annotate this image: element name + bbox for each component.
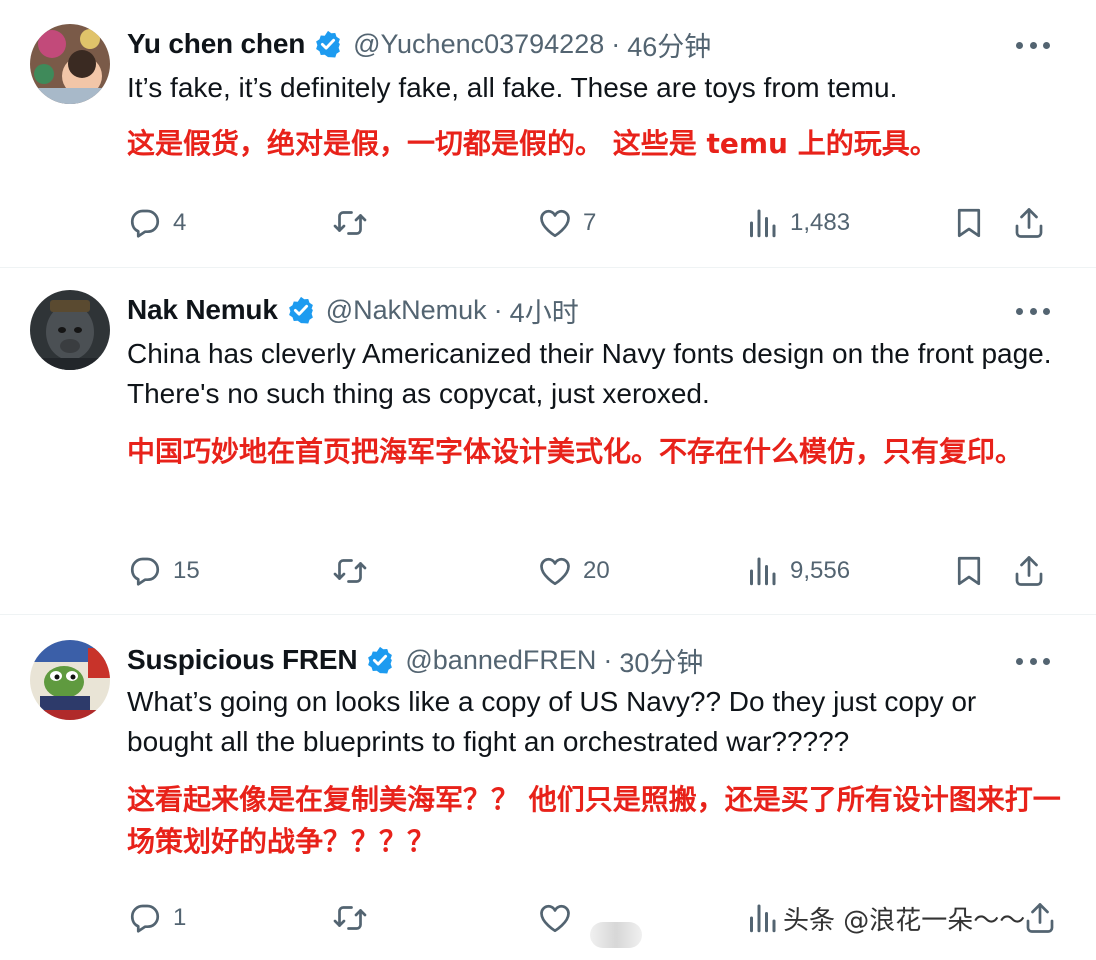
user-handle[interactable]: @NakNemuk xyxy=(326,295,487,326)
reply-icon xyxy=(127,553,163,589)
bookmark-icon xyxy=(951,205,987,241)
tweet-text: It’s fake, it’s definitely fake, all fak… xyxy=(127,72,898,103)
bookmark-button[interactable] xyxy=(951,203,987,243)
avatar[interactable] xyxy=(30,640,110,720)
like-button[interactable] xyxy=(537,898,583,938)
reply-icon xyxy=(127,205,163,241)
retweet-button[interactable] xyxy=(332,898,378,938)
bookmark-button[interactable] xyxy=(951,551,987,591)
user-handle[interactable]: @bannedFREN xyxy=(405,645,596,676)
timestamp[interactable]: 30分钟 xyxy=(619,641,703,680)
like-icon xyxy=(537,900,573,936)
separator-dot: · xyxy=(611,28,621,59)
avatar[interactable] xyxy=(30,290,110,370)
reply-button[interactable]: 1 xyxy=(127,898,186,938)
tweet-header: Yu chen chen @Yuchenc03794228 · 46分钟 xyxy=(127,24,711,64)
reply-button[interactable]: 15 xyxy=(127,551,200,591)
reply-icon xyxy=(127,900,163,936)
retweet-button[interactable] xyxy=(332,551,378,591)
retweet-icon xyxy=(332,205,368,241)
reply-count: 4 xyxy=(173,209,187,236)
tweet[interactable]: Nak Nemuk @NakNemuk · 4小时 China has clev… xyxy=(0,268,1096,614)
timestamp[interactable]: 4小时 xyxy=(510,291,579,330)
tweet-text: What’s going on looks like a copy of US … xyxy=(127,686,977,757)
translation-text: 中国巧妙地在首页把海军字体设计美式化。不存在什么模仿，只有复印。 xyxy=(127,435,1024,468)
tweet-text: China has cleverly Americanized their Na… xyxy=(127,338,1052,409)
like-count: 20 xyxy=(583,557,610,584)
verified-badge-icon xyxy=(313,29,343,59)
share-icon xyxy=(1022,900,1058,936)
translation-text: 这看起来像是在复制美海军？？ 他们只是照搬，还是买了所有设计图来打一场策划好的战… xyxy=(127,783,1061,858)
view-count: 9,556 xyxy=(790,557,851,584)
timestamp[interactable]: 46分钟 xyxy=(627,25,711,64)
like-icon xyxy=(537,205,573,241)
share-button[interactable] xyxy=(1011,551,1047,591)
share-icon xyxy=(1011,205,1047,241)
reply-count: 1 xyxy=(173,904,187,931)
views-icon xyxy=(744,205,780,241)
user-handle[interactable]: @Yuchenc03794228 xyxy=(353,29,604,60)
like-button[interactable]: 20 xyxy=(537,551,610,591)
tweet-header: Nak Nemuk @NakNemuk · 4小时 xyxy=(127,290,579,330)
tweet-actions: 4 7 1,483 xyxy=(127,203,1057,243)
like-button[interactable]: 7 xyxy=(537,203,596,243)
more-options-icon[interactable] xyxy=(1016,305,1050,317)
retweet-icon xyxy=(332,553,368,589)
more-options-icon[interactable] xyxy=(1016,39,1050,51)
avatar[interactable] xyxy=(30,24,110,104)
display-name[interactable]: Nak Nemuk xyxy=(127,294,278,326)
separator-dot: · xyxy=(493,294,503,325)
translation-text: 这是假货，绝对是假，一切都是假的。 这些是 temu 上的玩具。 xyxy=(127,127,938,160)
like-count: 7 xyxy=(583,209,597,236)
more-options-icon[interactable] xyxy=(1016,655,1050,667)
tweet-actions: 15 20 9,556 xyxy=(127,551,1057,591)
display-name[interactable]: Yu chen chen xyxy=(127,28,305,60)
reply-count: 15 xyxy=(173,557,200,584)
share-button[interactable] xyxy=(1022,898,1058,938)
views-icon xyxy=(744,553,780,589)
verified-badge-icon xyxy=(365,645,395,675)
tweet[interactable]: Yu chen chen @Yuchenc03794228 · 46分钟 It’… xyxy=(0,0,1096,266)
separator-dot: · xyxy=(603,644,613,675)
like-icon xyxy=(537,553,573,589)
share-button[interactable] xyxy=(1011,203,1047,243)
views-button[interactable]: 9,556 xyxy=(744,551,850,591)
retweet-button[interactable] xyxy=(332,203,378,243)
bookmark-icon xyxy=(951,553,987,589)
views-button[interactable]: 1,483 xyxy=(744,203,850,243)
tweet-header: Suspicious FREN @bannedFREN · 30分钟 xyxy=(127,640,703,680)
retweet-icon xyxy=(332,900,368,936)
verified-badge-icon xyxy=(286,295,316,325)
display-name[interactable]: Suspicious FREN xyxy=(127,644,358,676)
views-icon xyxy=(744,900,780,936)
blurred-overlay xyxy=(590,922,642,948)
share-icon xyxy=(1011,553,1047,589)
watermark-text: 头条 @浪花一朵～～ xyxy=(783,905,1026,936)
view-count: 1,483 xyxy=(790,209,851,236)
reply-button[interactable]: 4 xyxy=(127,203,186,243)
